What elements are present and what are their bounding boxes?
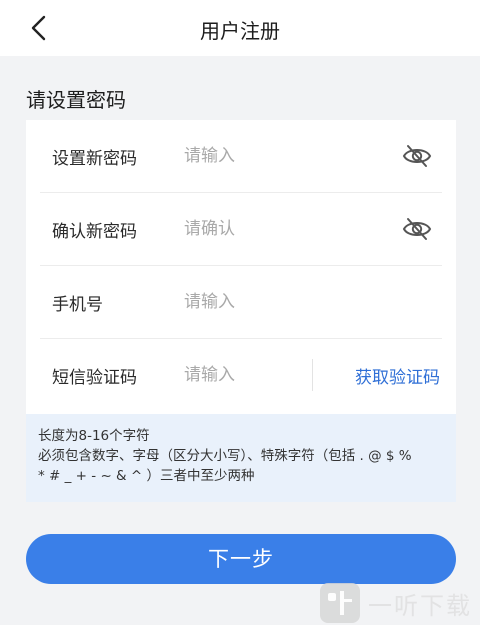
sms-code-label: 短信验证码 (52, 368, 137, 388)
get-code-button[interactable]: 获取验证码 (355, 363, 440, 388)
new-password-label: 设置新密码 (52, 149, 137, 169)
hint-line: * # _ + - ~ & ^ ）三者中至少两种 (38, 468, 255, 484)
eye-off-icon[interactable] (402, 143, 432, 169)
section-title: 请设置密码 (26, 88, 126, 112)
next-button[interactable]: 下一步 (26, 534, 456, 584)
phone-input[interactable] (184, 287, 354, 317)
eye-off-icon[interactable] (402, 216, 432, 242)
phone-label: 手机号 (52, 295, 103, 315)
page-title: 用户注册 (200, 19, 280, 43)
confirm-password-input[interactable] (184, 214, 354, 244)
phone-row: 手机号 (40, 266, 442, 339)
hint-line: 长度为8-16个字符 (38, 428, 150, 444)
confirm-password-row: 确认新密码 (40, 193, 442, 266)
watermark-text: 一听下载 (368, 591, 472, 620)
new-password-input[interactable] (184, 141, 354, 171)
confirm-password-label: 确认新密码 (52, 222, 137, 242)
listen-logo-icon (320, 583, 360, 623)
top-nav-bar: 用户注册 (0, 0, 480, 56)
new-password-row: 设置新密码 (40, 120, 442, 193)
vertical-divider (312, 359, 313, 391)
password-form-card: 设置新密码 确认新密码 手机号 短信验证码 获取验证码 (26, 120, 456, 414)
password-rules-hint: 长度为8-16个字符 必须包含数字、字母（区分大小写）、特殊字符（包括 . @ … (26, 414, 456, 502)
sms-code-row: 短信验证码 获取验证码 (40, 339, 442, 412)
watermark: 一听下载 (320, 583, 472, 623)
sms-code-input[interactable] (184, 360, 304, 390)
hint-line: 必须包含数字、字母（区分大小写）、特殊字符（包括 . @ $ % (38, 448, 412, 464)
